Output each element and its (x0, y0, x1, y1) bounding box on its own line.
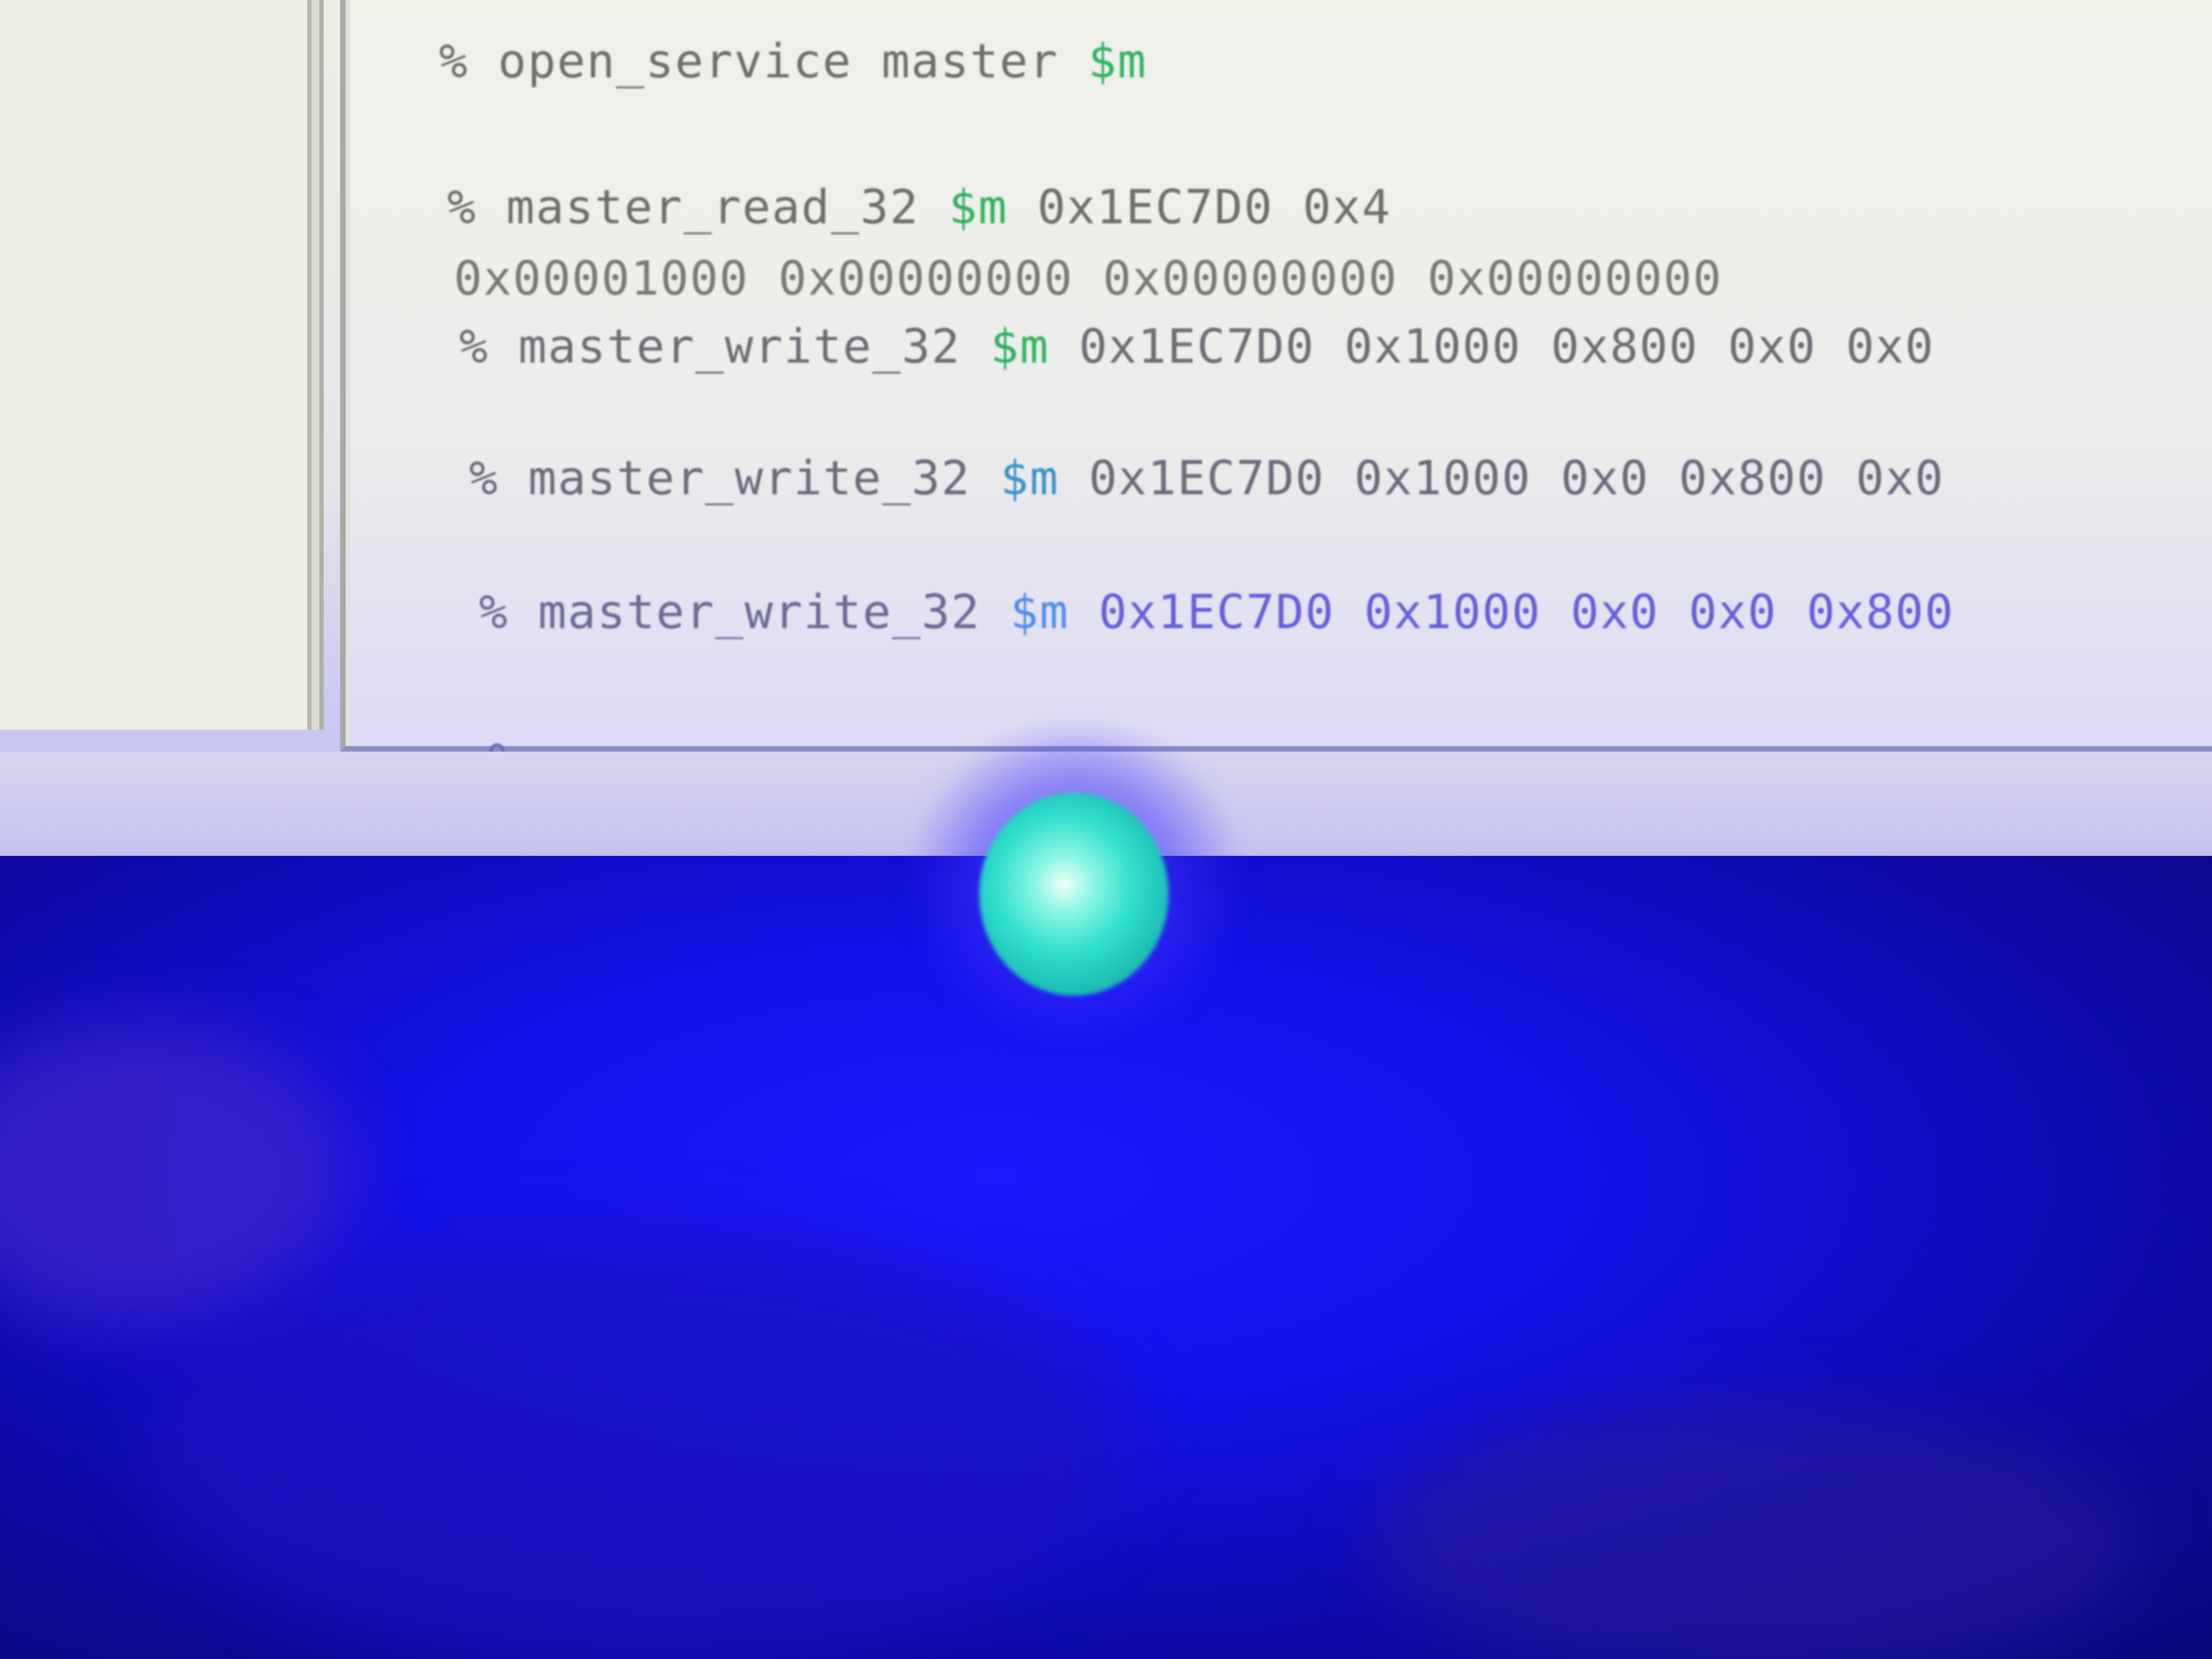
variable: $m (990, 319, 1049, 374)
prompt: % (469, 451, 499, 506)
variable: $m (1010, 585, 1069, 640)
variable: $m (1088, 34, 1147, 89)
prompt: % (479, 585, 509, 640)
cable-blur (1372, 1404, 2140, 1659)
command: master_write_32 (538, 585, 981, 640)
command: master_write_32 (518, 319, 961, 374)
console-line-6: % master_write_32 $m 0x1EC7D0 0x1000 0x0… (361, 530, 1954, 695)
monitor-screen: % open_service master $m % master_read_3… (0, 0, 2212, 856)
args: 0x1EC7D0 0x1000 0x800 0x0 0x0 (1079, 319, 1934, 374)
finger-blur (0, 1020, 351, 1328)
led-light (979, 793, 1169, 996)
left-side-panel (0, 0, 312, 730)
board-blur (143, 1229, 1130, 1659)
args: 0x1EC7D0 0x1000 0x0 0x800 0x0 (1088, 451, 1944, 506)
command: master_write_32 (528, 451, 971, 506)
command: open_service master (498, 34, 1059, 89)
prompt: % (439, 34, 469, 89)
console-line-1: % open_service master $m (321, 0, 1147, 144)
args: 0x1EC7D0 0x1000 0x0 0x0 0x800 (1098, 585, 1954, 640)
variable: $m (1000, 451, 1059, 506)
prompt: % (459, 319, 489, 374)
